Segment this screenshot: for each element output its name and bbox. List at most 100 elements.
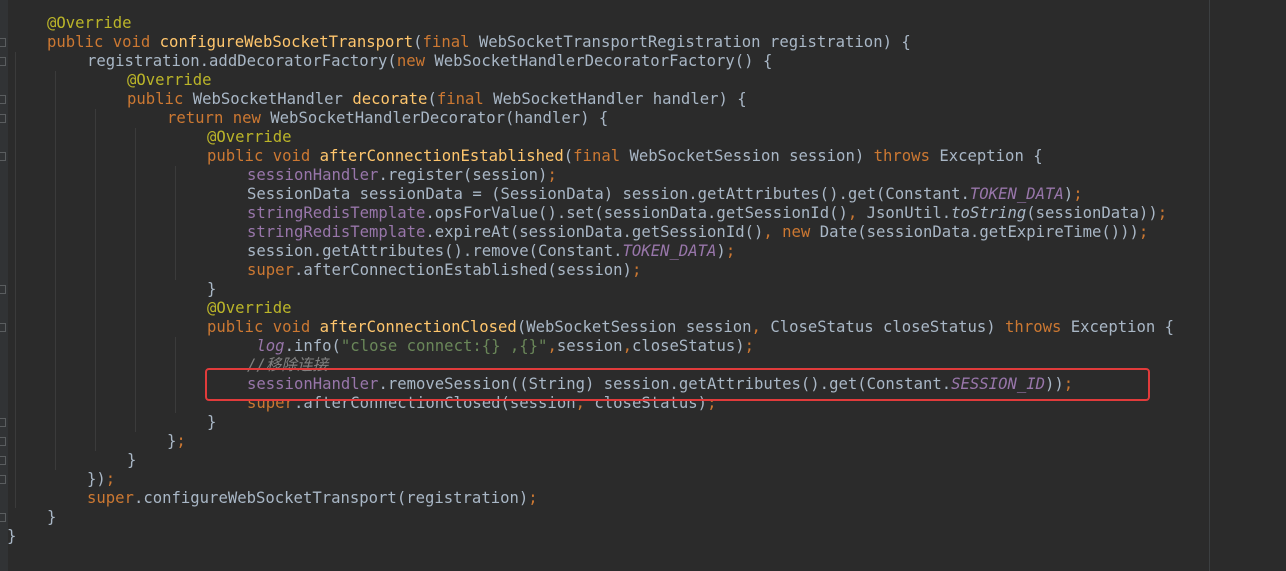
code-line: stringRedisTemplate.expireAt(sessionData… [247,223,1148,242]
code-line: } [7,527,16,546]
code-token: , [575,394,595,412]
code-line: @Override [47,14,132,33]
code-token: stringRedisTemplate [247,223,426,241]
code-token: log [256,337,285,355]
code-token: ( [563,147,574,165]
code-token: ; [176,432,186,450]
code-token: //移除连接 [247,356,329,374]
indent-guide [175,166,176,280]
fold-marker-icon[interactable] [0,38,6,47]
fold-marker-icon[interactable] [0,418,6,427]
fold-marker-icon[interactable] [0,114,6,123]
fold-marker-icon[interactable] [0,95,6,104]
indent-guide [135,128,136,432]
indent-guide [95,109,96,451]
code-token: , [751,318,771,336]
code-token: super [247,394,294,412]
code-token: ( [413,33,423,51]
code-token: ( [427,90,437,108]
fold-marker-icon[interactable] [0,323,6,332]
code-line: @Override [207,299,292,318]
code-line: super.afterConnectionClosed(session, clo… [247,394,716,413]
code-token: WebSocketHandlerDecorator(handler) { [270,109,609,127]
code-token: , [547,337,557,355]
code-token: SessionData sessionData = (SessionData) … [247,185,970,203]
code-token: Exception { [1070,318,1175,336]
code-line: sessionHandler.register(session); [247,166,557,185]
code-token: .opsForValue().set(sessionData.getSessio… [425,204,848,222]
code-token: stringRedisTemplate [247,204,426,222]
code-token: ; [631,261,642,279]
code-line: SessionData sessionData = (SessionData) … [247,185,1083,204]
code-token: Date(sessionData.getExpireTime())) [819,223,1139,241]
code-token: CloseStatus closeStatus) [770,318,1006,336]
code-token: } [7,527,17,545]
code-token: } [207,280,217,298]
code-token: public [127,90,193,108]
code-token: (sessionData)) [1026,204,1158,222]
code-token: Exception { [939,147,1043,165]
code-token: SESSION_ID [951,375,1046,393]
code-token: ) [1063,185,1074,203]
code-token: ; [1063,375,1074,393]
code-line: public void afterConnectionClosed(WebSoc… [207,318,1174,337]
code-line: }); [87,470,115,489]
code-token: final [422,33,479,51]
code-token: ; [707,394,717,412]
indent-guide [15,52,16,508]
code-token: return new [167,109,271,127]
code-token: @Override [207,128,292,146]
code-editor[interactable]: @Override public void configureWebSocketT… [0,0,1286,571]
code-token: WebSocketHandler [192,90,353,108]
fold-marker-icon[interactable] [0,513,6,522]
fold-marker-icon[interactable] [0,285,6,294]
code-token: toString [951,204,1027,222]
indent-guide [175,337,176,413]
code-token: super [87,489,134,507]
code-token: public void [207,318,320,336]
fold-marker-icon[interactable] [0,57,6,66]
code-token: @Override [127,71,212,89]
code-token: WebSocketTransportRegistration registrat… [478,33,911,51]
code-token: .info( [284,337,341,355]
fold-marker-icon[interactable] [0,475,6,484]
code-token: .expireAt(sessionData.getSessionId() [425,223,764,241]
code-token: ; [1157,204,1168,222]
code-token: , new [763,223,820,241]
code-line: super.configureWebSocketTransport(regist… [87,489,538,508]
indent-guide [55,71,56,470]
code-line: } [207,413,216,432]
code-token: , [622,337,632,355]
code-token: @Override [47,14,132,32]
code-line: public WebSocketHandler decorate(final W… [127,90,747,109]
fold-marker-icon[interactable] [0,456,6,465]
code-token: WebSocketHandler handler) { [493,90,747,108]
code-token: )) [1045,375,1064,393]
code-token: } [207,413,217,431]
code-token: (WebSocketSession session [516,318,752,336]
code-token: session.getAttributes().remove(Constant. [247,242,623,260]
code-token: throws [1005,318,1071,336]
code-token: @Override [207,299,292,317]
code-token: TOKEN_DATA [622,242,717,260]
code-token: registration.addDecoratorFactory( [87,52,397,70]
code-token: ; [547,166,557,184]
code-token: .removeSession((String) session.getAttri… [378,375,952,393]
fold-marker-icon[interactable] [0,152,6,161]
code-line: } [127,451,136,470]
code-token: TOKEN_DATA [969,185,1064,203]
code-token: } [167,432,177,450]
code-token: ; [744,337,755,355]
code-line: @Override [127,71,212,90]
code-token: JsonUtil. [866,204,952,222]
code-token: closeStatus) [594,394,708,412]
code-token: public void [47,33,160,51]
code-token: session [556,337,623,355]
code-line: public void afterConnectionEstablished(f… [207,147,1043,166]
fold-marker-icon[interactable] [0,437,6,446]
code-token: ; [1138,223,1149,241]
editor-gutter [0,0,8,571]
code-token: throws [873,147,940,165]
code-token: final [436,90,494,108]
